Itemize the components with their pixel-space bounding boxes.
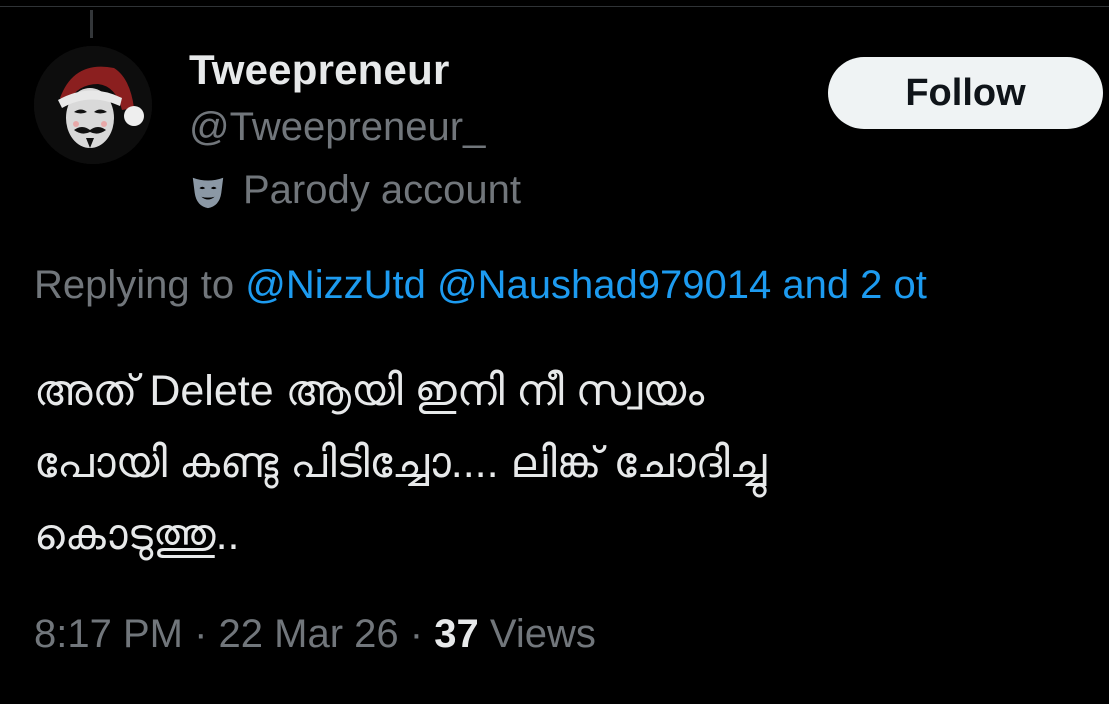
anonymous-mask-avatar-icon	[34, 46, 152, 164]
parody-label-text: Parody account	[243, 168, 521, 212]
mention-link[interactable]: @NizzUtd	[245, 263, 426, 307]
tweet-date[interactable]: 22 Mar 26	[219, 612, 399, 656]
avatar[interactable]	[34, 46, 152, 164]
follow-button[interactable]: Follow	[828, 57, 1103, 129]
meta-separator: ·	[194, 612, 208, 656]
author-display-name[interactable]: Tweepreneur	[189, 46, 450, 94]
replying-to-prefix: Replying to	[34, 263, 235, 307]
tweet-time[interactable]: 8:17 PM	[34, 612, 183, 656]
divider	[0, 6, 1109, 7]
replying-to: Replying to @NizzUtd @Naushad979014 and …	[34, 263, 927, 308]
views-count[interactable]: 37	[434, 612, 479, 656]
views-label[interactable]: Views	[490, 612, 596, 656]
mention-link[interactable]: @Naushad979014	[437, 263, 771, 307]
meta-separator: ·	[409, 612, 424, 656]
theater-mask-icon	[189, 172, 227, 210]
author-handle[interactable]: @Tweepreneur_	[189, 105, 485, 150]
tweet-meta: 8:17 PM · 22 Mar 26 · 37 Views	[34, 612, 596, 657]
more-mentions-link[interactable]: and 2 ot	[782, 263, 927, 307]
thread-connector-line	[90, 10, 93, 38]
parody-label: Parody account	[189, 168, 521, 213]
tweet-detail: Tweepreneur @Tweepreneur_ Parody account…	[0, 0, 1109, 704]
tweet-text: അത് Delete ആയി ഇനി നീ സ്വയം പോയി കണ്ടു പ…	[34, 367, 767, 559]
